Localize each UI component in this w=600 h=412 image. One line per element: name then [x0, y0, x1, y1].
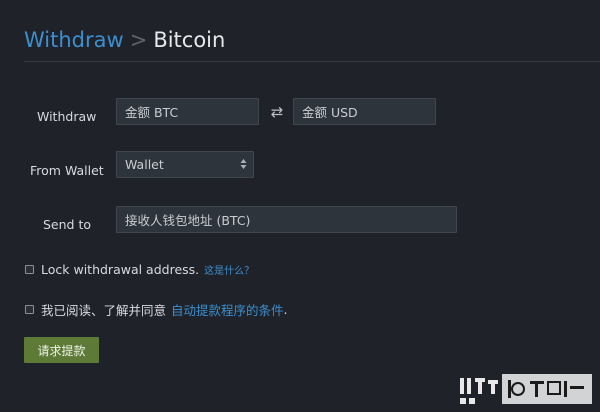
lock-address-label: Lock withdrawal address. — [41, 262, 200, 277]
agree-period: . — [283, 302, 288, 317]
withdraw-label: Withdraw — [37, 109, 97, 124]
amount-btc-input[interactable]: 金额 BTC — [116, 98, 259, 125]
swap-icon[interactable]: ⇄ — [268, 102, 286, 122]
request-withdrawal-button[interactable]: 请求提款 — [24, 337, 99, 363]
agree-terms-label: 我已阅读、了解并同意 — [41, 303, 167, 318]
breadcrumb-separator: > — [129, 28, 148, 52]
wallet-selected-value: Wallet — [125, 157, 164, 172]
address-placeholder: 接收人钱包地址 (BTC) — [125, 213, 251, 228]
breadcrumb-current: Bitcoin — [153, 28, 226, 52]
header-divider — [24, 61, 600, 62]
address-input[interactable]: 接收人钱包地址 (BTC) — [116, 206, 457, 233]
agree-terms-option: 我已阅读、了解并同意 自动提款程序的条件. — [25, 300, 288, 319]
page-title: Withdraw > Bitcoin — [24, 27, 225, 53]
amount-usd-placeholder: 金额 USD — [302, 105, 358, 120]
breadcrumb-withdraw[interactable]: Withdraw — [24, 28, 124, 52]
send-to-label: Send to — [43, 217, 92, 232]
select-caret-icon — [240, 159, 247, 169]
watermark-logo — [460, 374, 592, 404]
lock-address-option: Lock withdrawal address. 这是什么？ — [25, 262, 254, 277]
lock-help-link[interactable]: 这是什么？ — [204, 262, 254, 277]
amount-usd-input[interactable]: 金额 USD — [293, 98, 436, 125]
terms-link[interactable]: 自动提款程序的条件 — [171, 300, 284, 319]
from-wallet-label: From Wallet — [30, 163, 104, 178]
agree-terms-checkbox[interactable] — [25, 305, 34, 314]
wallet-select[interactable]: Wallet — [116, 151, 254, 178]
amount-btc-placeholder: 金额 BTC — [125, 105, 179, 120]
lock-address-checkbox[interactable] — [25, 265, 34, 274]
